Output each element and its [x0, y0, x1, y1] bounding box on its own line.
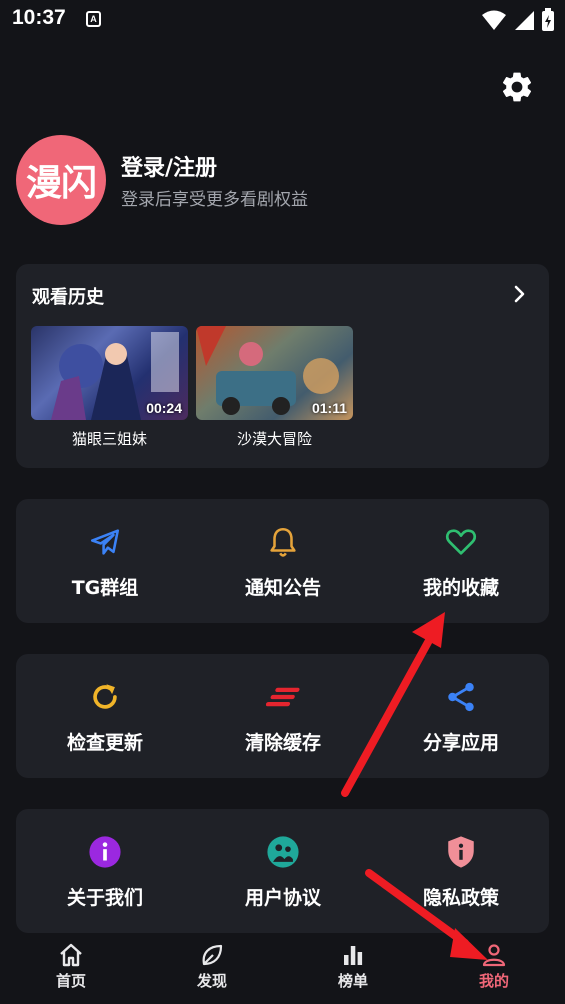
chevron-right-icon[interactable]: [509, 284, 529, 304]
grid-label: 清除缓存: [244, 732, 321, 754]
grid-label: 隐私政策: [422, 887, 499, 909]
privacy-policy-button[interactable]: 隐私政策: [372, 835, 550, 910]
telegram-icon: [90, 529, 120, 555]
quick-actions-card: 检查更新 清除缓存 分享应用: [16, 654, 549, 778]
history-duration: 00:24: [146, 400, 182, 416]
status-icons: [481, 8, 555, 32]
bottom-nav: 首页 发现 榜单 我的: [0, 935, 565, 1004]
login-subtitle: 登录后享受更多看剧权益: [121, 190, 308, 210]
nav-item-mine[interactable]: 我的: [464, 943, 524, 991]
grid-label: 用户协议: [244, 887, 321, 909]
nav-label: 我的: [478, 972, 509, 990]
history-item-title[interactable]: 猫眼三姐妹: [31, 428, 188, 449]
nav-item-home[interactable]: 首页: [41, 943, 101, 991]
favorites-button[interactable]: 我的收藏: [372, 525, 550, 600]
avatar-text: 漫闪: [25, 163, 97, 204]
grid-label: 通知公告: [244, 577, 321, 599]
user-icon: [482, 944, 506, 967]
leaf-icon: [202, 944, 223, 966]
refresh-icon: [93, 684, 117, 709]
nav-label: 发现: [196, 972, 227, 990]
clear-cache-button[interactable]: 清除缓存: [194, 680, 372, 755]
clear-icon: [266, 687, 300, 707]
wifi-icon: [482, 10, 506, 30]
status-a-badge: A: [86, 11, 101, 27]
bell-icon: [270, 527, 296, 557]
quick-actions-card: TG群组 通知公告 我的收藏: [16, 499, 549, 623]
tg-group-button[interactable]: TG群组: [16, 525, 194, 600]
notices-button[interactable]: 通知公告: [194, 525, 372, 600]
history-thumbnail[interactable]: 00:24: [31, 326, 188, 420]
grid-label: 我的收藏: [422, 577, 499, 599]
chart-icon: [344, 946, 363, 965]
settings-gear-icon[interactable]: [499, 69, 535, 105]
nav-item-ranking[interactable]: 榜单: [323, 943, 383, 991]
home-icon: [60, 943, 82, 967]
share-app-button[interactable]: 分享应用: [372, 680, 550, 755]
grid-label: 分享应用: [422, 732, 499, 754]
shield-icon: [448, 836, 474, 868]
nav-label: 首页: [55, 972, 86, 990]
history-duration: 01:11: [311, 400, 347, 416]
avatar[interactable]: 漫闪: [16, 135, 106, 225]
heart-icon: [445, 529, 477, 555]
nav-item-discover[interactable]: 发现: [182, 943, 242, 991]
login-register-link[interactable]: 登录/注册: [121, 150, 217, 182]
grid-label: TG群组: [71, 577, 139, 599]
grid-label: 关于我们: [66, 887, 143, 909]
share-icon: [448, 682, 474, 712]
status-time: 10:37: [12, 6, 66, 29]
info-icon: [89, 836, 121, 868]
grid-label: 检查更新: [66, 732, 143, 754]
quick-actions-card: 关于我们 用户协议 隐私政策: [16, 809, 549, 933]
signal-icon: [515, 11, 534, 30]
user-agreement-button[interactable]: 用户协议: [194, 835, 372, 910]
history-thumbnail[interactable]: 01:11: [196, 326, 353, 420]
history-item-title[interactable]: 沙漠大冒险: [196, 428, 353, 449]
nav-label: 榜单: [337, 972, 368, 990]
watch-history-title: 观看历史: [32, 287, 104, 308]
battery-icon: [542, 8, 554, 31]
agreement-icon: [267, 836, 299, 868]
status-bar: 10:37 A: [0, 0, 565, 40]
about-us-button[interactable]: 关于我们: [16, 835, 194, 910]
check-update-button[interactable]: 检查更新: [16, 680, 194, 755]
